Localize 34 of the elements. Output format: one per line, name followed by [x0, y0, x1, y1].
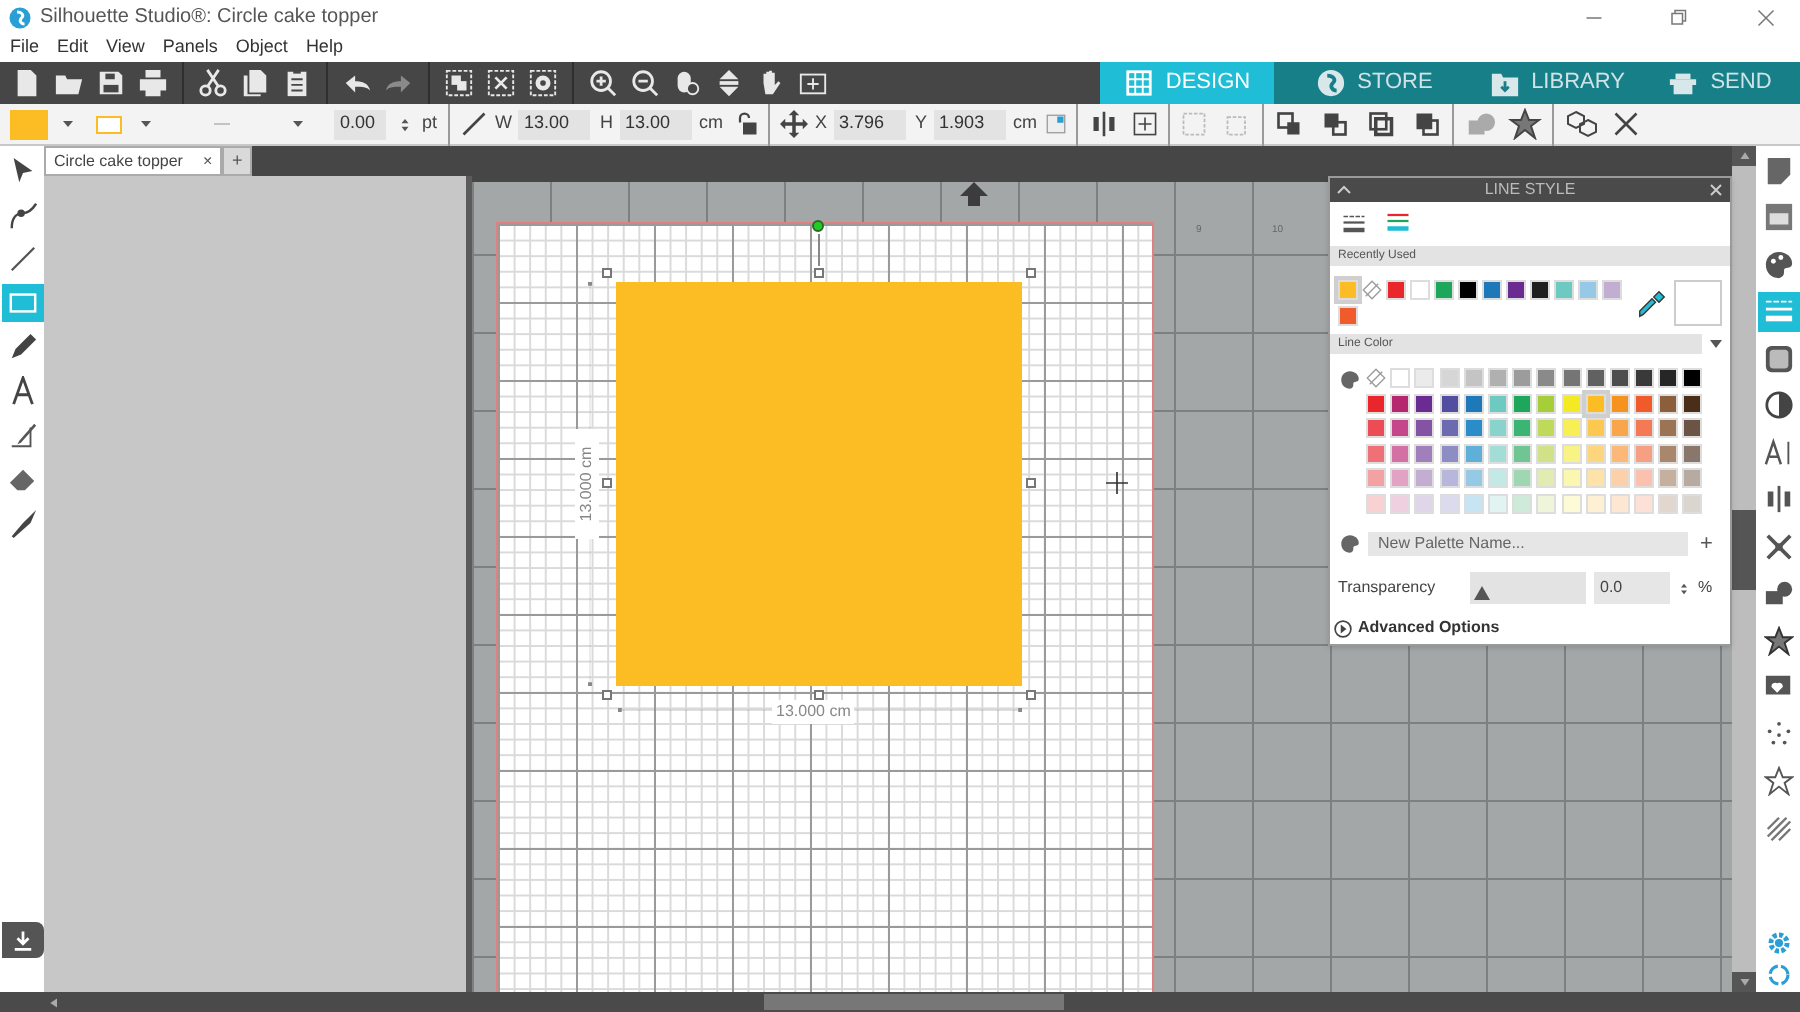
- number-field[interactable]: 3.796: [833, 109, 906, 139]
- menu-item[interactable]: Panels: [162, 34, 218, 62]
- y-label: Y: [915, 110, 928, 137]
- percent-label: %: [1698, 576, 1713, 601]
- menu-item[interactable]: View: [106, 34, 145, 62]
- new-tab-button[interactable]: +: [222, 146, 253, 176]
- number-field[interactable]: 1.903: [933, 109, 1006, 139]
- unit-label: cm: [699, 110, 724, 137]
- menu-item[interactable]: Object: [235, 34, 288, 62]
- menu-item[interactable]: Help: [305, 34, 343, 62]
- close-tab-button[interactable]: ×: [202, 149, 213, 173]
- x-label: X: [815, 110, 828, 137]
- mode-tab[interactable]: LIBRARY: [1474, 62, 1640, 104]
- transparency-field[interactable]: 0.0: [1594, 572, 1670, 605]
- number-field[interactable]: 13.00: [619, 109, 692, 139]
- mode-tab[interactable]: STORE: [1274, 62, 1474, 104]
- number-field[interactable]: 13.00: [518, 109, 591, 139]
- window-title: Silhouette Studio®: Circle cake topper: [40, 4, 379, 32]
- menu-item[interactable]: File: [10, 34, 40, 62]
- height-label: H: [600, 110, 614, 137]
- advanced-options-toggle[interactable]: Advanced Options: [1330, 616, 1730, 641]
- add-palette-button[interactable]: +: [1700, 527, 1713, 561]
- width-label: W: [495, 110, 513, 137]
- unit-label: cm: [1013, 110, 1038, 137]
- panel-title: LINE STYLE: [1482, 178, 1578, 202]
- number-field[interactable]: 0.00: [334, 109, 386, 139]
- transparency-label: Transparency: [1338, 576, 1438, 601]
- palette-name-field[interactable]: New Palette Name...: [1368, 532, 1688, 557]
- menu-item[interactable]: Edit: [57, 34, 89, 62]
- mode-tab[interactable]: SEND: [1640, 62, 1800, 104]
- height-dimension-label: 13.000 cm: [575, 429, 599, 539]
- document-tab[interactable]: Circle cake topper ×: [44, 146, 223, 176]
- width-dimension-label: 13.000 cm: [772, 700, 855, 724]
- unit-label: pt: [422, 110, 438, 137]
